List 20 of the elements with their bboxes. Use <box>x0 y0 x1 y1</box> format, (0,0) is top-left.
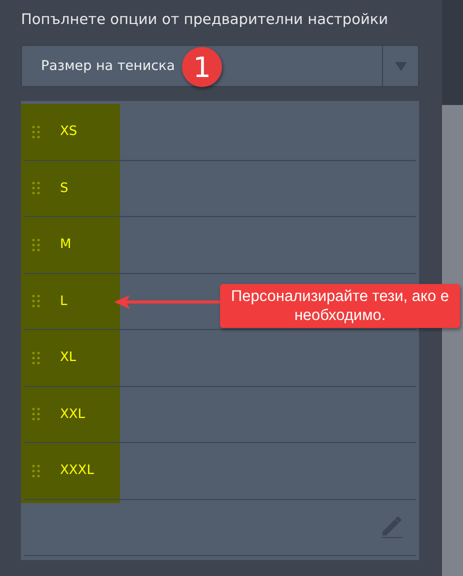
drag-handle-icon[interactable] <box>32 294 40 308</box>
drag-handle-icon[interactable] <box>32 181 40 196</box>
drag-handle-icon[interactable] <box>32 124 40 139</box>
option-label[interactable]: S <box>60 180 68 196</box>
preset-dropdown[interactable]: Размер на тениска 1 <box>21 45 419 87</box>
section-heading: Попълнете опции от предварителни настройки <box>21 12 390 30</box>
drag-handle-icon[interactable] <box>32 238 40 252</box>
option-label[interactable]: XXL <box>60 406 86 422</box>
drag-handle-icon[interactable] <box>32 350 40 365</box>
step-badge: 1 <box>182 47 222 87</box>
drag-handle-icon[interactable] <box>32 407 40 422</box>
option-label[interactable]: XS <box>60 124 78 140</box>
option-label[interactable]: L <box>60 294 68 309</box>
callout-tooltip: Персонализирайте тези, ако е необходимо. <box>220 284 460 328</box>
option-label[interactable]: M <box>60 237 72 252</box>
option-label[interactable]: XXXL <box>60 463 94 478</box>
option-label[interactable]: XL <box>60 350 76 366</box>
edit-icon[interactable] <box>382 516 402 538</box>
caret-icon <box>394 62 406 70</box>
drag-handle-icon[interactable] <box>32 464 40 478</box>
